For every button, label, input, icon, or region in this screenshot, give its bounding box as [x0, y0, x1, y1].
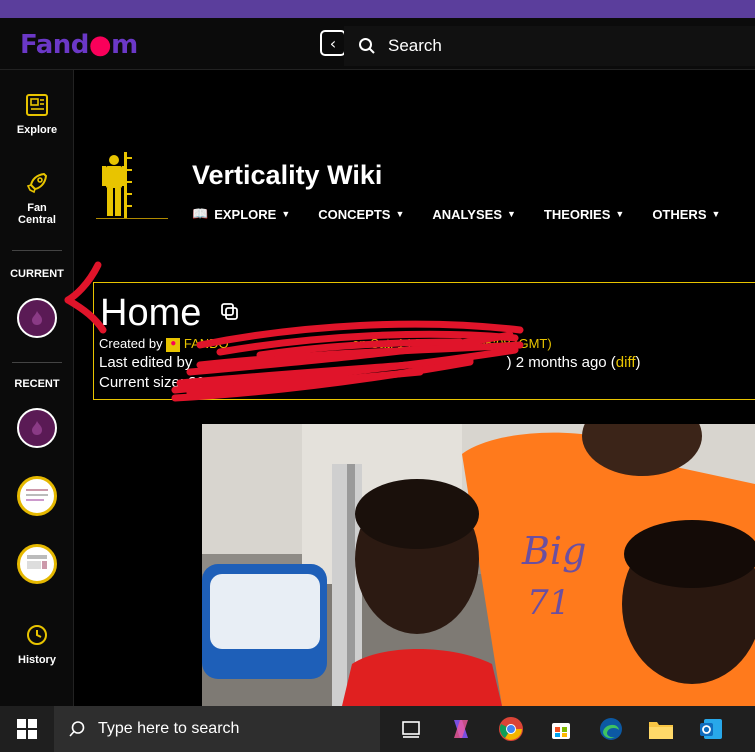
created-by-user[interactable]: FANDO: [184, 336, 229, 351]
copy-icon[interactable]: [219, 301, 241, 323]
fandom-user-icon: ●: [166, 337, 181, 352]
fandom-logo[interactable]: Fand●m: [20, 30, 138, 60]
size-label: Current size:: [99, 374, 185, 391]
current-size-line: Current size: 3004 bytes (-26): [99, 374, 297, 391]
wiki-thumbnail-icon: [27, 555, 47, 569]
outlook-icon[interactable]: [692, 710, 730, 748]
rail-label-history: History: [18, 654, 56, 666]
nav-others[interactable]: OTHERS ▼: [652, 206, 720, 222]
search-icon: [69, 721, 85, 737]
chevron-down-icon: ▼: [507, 209, 516, 219]
rail-item-fan-central[interactable]: Fan Central: [0, 170, 74, 226]
flame-icon: [32, 311, 42, 325]
chevron-down-icon: ▼: [395, 209, 405, 219]
clock-icon: [27, 625, 47, 645]
fandom-logo-text-a: Fand: [20, 30, 89, 60]
nav-label: EXPLORE: [214, 206, 277, 222]
rail-heading-current: CURRENT: [10, 268, 64, 280]
created-date: on Sat, 14 Dec 2024, 05:08 (GMT): [352, 336, 552, 351]
file-explorer-icon[interactable]: [642, 710, 680, 748]
search-icon: [359, 38, 375, 54]
chevron-left-icon[interactable]: ‹: [320, 30, 346, 56]
wiki-nav: 📖 EXPLORE ▼ CONCEPTS ▼ ANALYSES ▼ THEORI…: [192, 206, 748, 222]
rail-divider: [12, 250, 62, 251]
created-by-line: Created by ● FANDO on Sat, 14 Dec 2024, …: [99, 336, 552, 352]
rail-label-fan: Fan: [27, 202, 47, 214]
fandom-logo-text-b: m: [111, 30, 138, 60]
copilot-icon[interactable]: [442, 710, 480, 748]
wiki-logo-underline: [96, 218, 168, 219]
flame-icon: ●: [88, 30, 112, 60]
last-edited-label: Last edited by: [99, 354, 193, 371]
wiki-title[interactable]: Verticality Wiki: [192, 160, 382, 191]
wiki-logo-icon[interactable]: [96, 148, 168, 220]
last-edited-tail: ) 2 months ago (: [506, 354, 616, 371]
windows-taskbar: Type here to search: [0, 706, 755, 752]
store-icon[interactable]: [542, 710, 580, 748]
article-photo[interactable]: Big 71: [202, 424, 755, 706]
flame-icon: [32, 421, 42, 435]
recent-wiki-avatar[interactable]: [17, 408, 57, 448]
rail-item-explore[interactable]: Explore: [0, 92, 74, 136]
chevron-down-icon: ▼: [615, 209, 625, 219]
edge-icon[interactable]: [592, 710, 630, 748]
rail-heading-recent: RECENT: [14, 378, 60, 390]
rail-item-history[interactable]: History: [0, 622, 74, 666]
nav-label: THEORIES: [543, 206, 611, 222]
fandom-top-bar: Fand●m ‹ Search: [0, 18, 755, 70]
taskbar-search-input[interactable]: Type here to search: [54, 706, 380, 752]
nav-label: OTHERS: [652, 206, 707, 222]
chevron-down-icon: ▼: [711, 209, 721, 219]
last-edited-line: Last edited by ) 2 months ago (diff): [99, 354, 641, 371]
rocket-icon: [26, 172, 48, 194]
book-icon: 📖: [192, 206, 209, 221]
nav-label: ANALYSES: [432, 206, 502, 222]
size-value: 3004 bytes: [188, 374, 262, 391]
diff-link[interactable]: diff: [616, 354, 636, 371]
browser-tab-strip: [0, 0, 755, 18]
explore-icon: [26, 94, 48, 116]
windows-start-button[interactable]: [0, 706, 54, 752]
rail-label-explore: Explore: [16, 124, 58, 136]
svg-text:71: 71: [527, 583, 570, 623]
rail-divider: [12, 362, 62, 363]
search-label: Search: [388, 36, 442, 55]
nav-analyses[interactable]: ANALYSES ▼: [432, 206, 516, 222]
nav-explore[interactable]: 📖 EXPLORE ▼: [192, 206, 290, 222]
rail-label-central: Central: [18, 214, 56, 226]
chrome-icon[interactable]: [492, 710, 530, 748]
svg-text:Big: Big: [521, 529, 586, 573]
windows-logo-icon: [17, 719, 37, 739]
nav-label: CONCEPTS: [318, 206, 391, 222]
nav-theories[interactable]: THEORIES ▼: [544, 206, 624, 222]
taskbar-search-placeholder: Type here to search: [98, 720, 240, 737]
wiki-thumbnail-icon: [26, 489, 48, 501]
recent-wiki-avatar[interactable]: [17, 476, 57, 516]
nav-concepts[interactable]: CONCEPTS ▼: [318, 206, 404, 222]
search-button[interactable]: Search: [344, 26, 755, 66]
recent-wiki-avatar[interactable]: [17, 544, 57, 584]
task-view-icon[interactable]: [392, 710, 430, 748]
page-title: Home: [100, 292, 202, 334]
diff-close: ): [635, 354, 641, 371]
chevron-down-icon: ▼: [281, 209, 291, 219]
created-by-label: Created by: [99, 336, 163, 351]
size-delta: (-26): [265, 374, 298, 391]
current-wiki-avatar[interactable]: [17, 298, 57, 338]
left-rail: Explore Fan Central CURRENT RECENT Histo…: [0, 70, 74, 706]
